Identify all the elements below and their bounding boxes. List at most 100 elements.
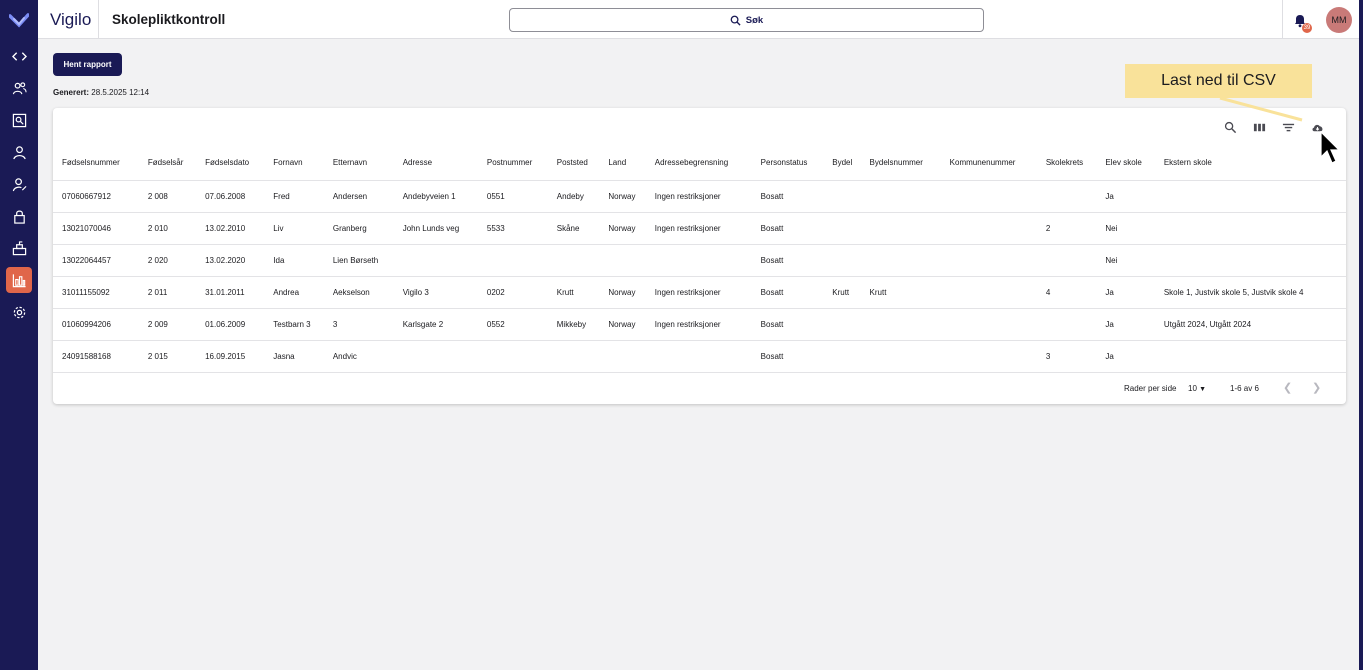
column-header[interactable]: Adressebegrensning [645,146,752,181]
sidebar [0,0,38,670]
divider [1282,0,1283,39]
generated-value: 28.5.2025 12:14 [91,88,150,97]
search-icon [1224,121,1236,133]
generated-label: Generert: [53,88,90,97]
mouse-cursor-icon [1320,131,1340,164]
table-cell: Granberg [323,212,394,245]
table-cell: 2 008 [138,180,197,213]
table-cell: 4 [1036,276,1097,309]
table-cell [940,244,1037,277]
nav-school[interactable] [6,235,32,261]
nav-search-person[interactable] [6,107,32,133]
table-cell [645,244,752,277]
table-cell: Skole 1, Justvik skole 5, Justvik skole … [1154,276,1346,309]
avatar[interactable]: MM [1326,7,1352,33]
pagination: Rader per side 10 ▼ 1-6 av 6 ❮ ❯ [53,372,1346,404]
rows-per-page-select[interactable]: 10 ▼ [1188,384,1206,393]
rows-per-page-value: 10 [1188,384,1197,393]
nav-settings[interactable] [6,299,32,325]
column-header[interactable]: Poststed [547,146,600,181]
column-header[interactable]: Elev skole [1096,146,1155,181]
table-header-row: Fødselsnummer Fødselsår Fødselsdato Fornavn… [53,146,1346,181]
column-header[interactable]: Personstatus [751,146,824,181]
chart-icon [12,273,26,287]
table-cell: Mikkeby [547,308,600,341]
table-cell [860,308,941,341]
table-row[interactable]: 24091588168 2 015 16.09.2015 Jasna Andvic Bos… [53,340,1346,373]
table-row[interactable]: 13022064457 2 020 13.02.2020 Ida Lien Børset… [53,244,1346,277]
table-cell: Ja [1096,308,1155,341]
table-cell: 0202 [477,276,548,309]
table-cell [1154,244,1346,277]
nav-users[interactable] [6,75,32,101]
table-cell: Nei [1096,212,1155,245]
school-icon [12,240,26,255]
column-header[interactable]: Land [599,146,646,181]
column-header[interactable]: Postnummer [477,146,548,181]
table-cell: Bosatt [751,180,824,213]
fetch-report-button[interactable]: Hent rapport [53,53,122,76]
column-header[interactable]: Etternavn [323,146,394,181]
table-cell: Krutt [547,276,600,309]
column-header[interactable]: Adresse [393,146,478,181]
table-cell: 3 [1036,340,1097,373]
nav-code[interactable] [6,43,32,69]
table-cell [477,244,548,277]
filter-button[interactable] [1281,120,1295,134]
report-table: Fødselsnummer Fødselsår Fødselsdato Fornavn… [53,146,1346,373]
table-search-button[interactable] [1223,120,1237,134]
table-cell [940,276,1037,309]
table-row[interactable]: 01060994206 2 009 01.06.2009 Testbarn 3 3 Kar… [53,308,1346,341]
column-header[interactable]: Skolekrets [1036,146,1097,181]
table-cell: 2 [1036,212,1097,245]
table-cell [940,340,1037,373]
column-header[interactable]: Fødselsår [138,146,197,181]
table-row[interactable]: 07060667912 2 008 07.06.2008 Fred Andersen An… [53,180,1346,213]
table-cell: Ida [264,244,324,277]
table-row[interactable]: 31011155092 2 011 31.01.2011 Andrea Aekselso… [53,276,1346,309]
column-header[interactable]: Ekstern skole [1154,146,1346,181]
table-cell [645,340,752,373]
nav-lock[interactable] [6,203,32,229]
column-header[interactable]: Bydelsnummer [860,146,941,181]
table-cell: Vigilo 3 [393,276,478,309]
vigilo-logo [9,13,29,28]
person-edit-icon [12,177,26,191]
column-header[interactable]: Fødselsnummer [53,146,139,181]
table-cell: Ja [1096,340,1155,373]
code-icon [11,51,27,61]
nav-reports[interactable] [6,267,32,293]
column-header[interactable]: Fødselsdato [196,146,265,181]
table-cell [1036,244,1097,277]
table-cell: Bosatt [751,244,824,277]
search-icon [730,15,741,26]
table-cell: 0551 [477,180,548,213]
nav-person-edit[interactable] [6,171,32,197]
table-cell [823,244,861,277]
table-cell: Ja [1096,180,1155,213]
prev-page-button[interactable]: ❮ [1283,381,1292,394]
table-cell: 07060667912 [53,180,139,213]
table-cell: 2 015 [138,340,197,373]
column-header[interactable]: Fornavn [264,146,324,181]
search-input[interactable]: Søk [509,8,984,32]
next-page-button[interactable]: ❯ [1312,381,1321,394]
table-cell: 07.06.2008 [196,180,265,213]
column-header[interactable]: Kommunenummer [940,146,1037,181]
brand-name[interactable]: Vigilo [50,10,91,30]
table-cell: Aekselson [323,276,394,309]
table-cell: Krutt [860,276,941,309]
table-row[interactable]: 13021070046 2 010 13.02.2010 Liv Granberg Joh… [53,212,1346,245]
table-cell: Andebyveien 1 [393,180,478,213]
table-cell: 13.02.2020 [196,244,265,277]
table-cell: Norway [599,180,646,213]
table-cell [599,340,646,373]
table-cell [940,308,1037,341]
page-title: Skolepliktkontroll [112,12,226,27]
table-cell: Andeby [547,180,600,213]
columns-button[interactable] [1252,120,1266,134]
nav-person[interactable] [6,139,32,165]
table-cell: 31011155092 [53,276,139,309]
table-cell [393,340,478,373]
column-header[interactable]: Bydel [823,146,861,181]
